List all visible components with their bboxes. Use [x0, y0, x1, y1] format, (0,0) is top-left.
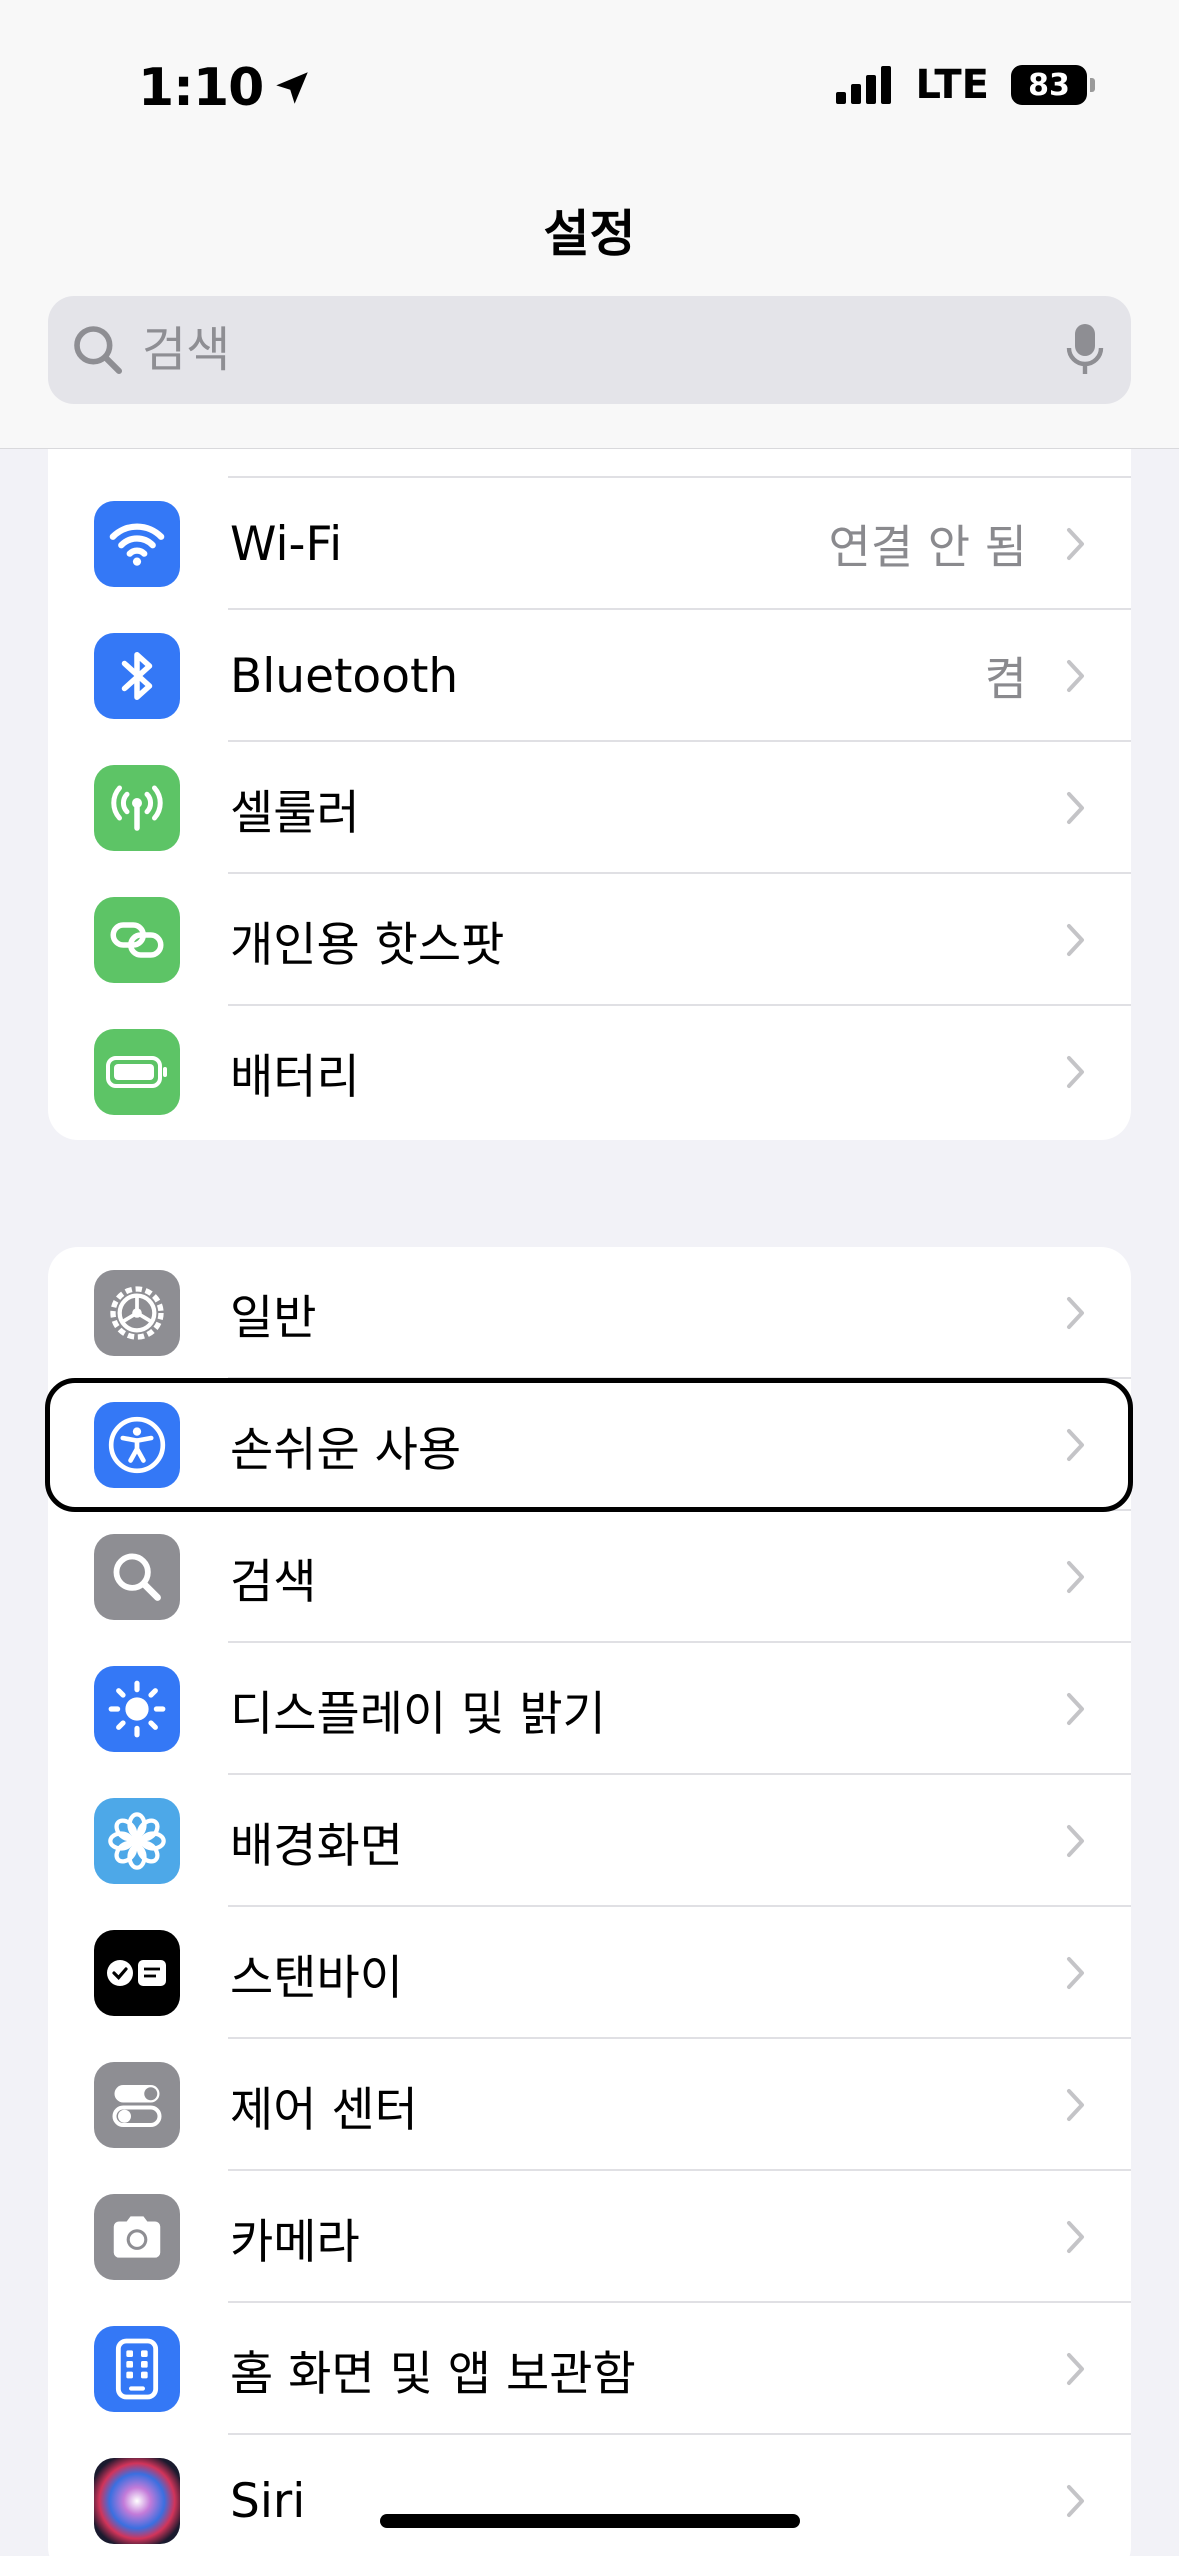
location-arrow-icon — [276, 72, 309, 104]
search-icon — [94, 1534, 180, 1620]
status-time-text: 1:10 — [138, 58, 264, 118]
list-item-cellular[interactable]: 셀룰러 — [48, 742, 1131, 874]
row-label: 홈 화면 및 앱 보관함 — [230, 2346, 636, 2402]
list-item-wifi[interactable]: Wi-Fi 연결 안 됨 — [48, 478, 1131, 610]
chevron-right-icon — [1067, 2485, 1084, 2517]
row-label: Bluetooth — [230, 648, 459, 704]
chevron-right-icon — [1067, 1693, 1084, 1725]
list-item-search[interactable]: 검색 — [48, 1511, 1131, 1643]
chevron-right-icon — [1067, 2089, 1084, 2121]
list-item-bluetooth[interactable]: Bluetooth 켬 — [48, 610, 1131, 742]
chevron-right-icon — [1067, 2353, 1084, 2385]
connectivity-group: Wi-Fi 연결 안 됨 Bluetooth 켬 셀룰러 개인용 핫스팟 배터리 — [48, 380, 1131, 1140]
chevron-right-icon — [1067, 1957, 1084, 1989]
list-item-home-screen[interactable]: 홈 화면 및 앱 보관함 — [48, 2303, 1131, 2435]
signal-bars-icon — [835, 66, 891, 104]
bluetooth-icon — [94, 633, 180, 719]
row-label: Siri — [230, 2473, 306, 2529]
microphone-icon[interactable] — [1061, 320, 1109, 380]
hotspot-chain-icon — [94, 897, 180, 983]
list-item-accessibility[interactable]: 손쉬운 사용 — [48, 1379, 1131, 1511]
navigation-header: 1:10 LTE 83 설정 — [0, 0, 1179, 449]
row-label: Wi-Fi — [230, 516, 343, 572]
list-item-hotspot[interactable]: 개인용 핫스팟 — [48, 874, 1131, 1006]
network-type: LTE — [915, 62, 989, 108]
search-bar[interactable] — [48, 296, 1131, 404]
list-item-battery[interactable]: 배터리 — [48, 1006, 1131, 1138]
list-item-wallpaper[interactable]: 배경화면 — [48, 1775, 1131, 1907]
row-label: 일반 — [230, 1290, 317, 1346]
battery-icon — [94, 1029, 180, 1115]
chevron-right-icon — [1067, 1561, 1084, 1593]
camera-icon — [94, 2194, 180, 2280]
row-label: 제어 센터 — [230, 2082, 418, 2138]
brightness-icon — [94, 1666, 180, 1752]
row-label: 손쉬운 사용 — [230, 1422, 462, 1478]
row-label: 개인용 핫스팟 — [230, 917, 505, 973]
standby-icon — [94, 1930, 180, 2016]
wifi-icon — [94, 501, 180, 587]
home-screen-icon — [94, 2326, 180, 2412]
row-label: 셀룰러 — [230, 785, 360, 841]
settings-group: 일반 손쉬운 사용 검색 디스플레이 및 밝기 배경화면 스탠바이 제어 센터 … — [48, 1247, 1131, 2556]
row-label: 디스플레이 및 밝기 — [230, 1686, 606, 1742]
chevron-right-icon — [1067, 1429, 1084, 1461]
search-icon — [74, 326, 123, 375]
row-label: 배터리 — [230, 1049, 360, 1105]
antenna-icon — [94, 765, 180, 851]
chevron-right-icon — [1067, 1297, 1084, 1329]
row-label: 검색 — [230, 1554, 317, 1610]
battery-level: 83 — [1028, 67, 1070, 103]
row-value: 연결 안 됨 — [828, 520, 1027, 574]
chevron-right-icon — [1067, 528, 1084, 560]
list-item-camera[interactable]: 카메라 — [48, 2171, 1131, 2303]
row-label: 배경화면 — [230, 1818, 403, 1874]
chevron-right-icon — [1067, 1825, 1084, 1857]
chevron-right-icon — [1067, 2221, 1084, 2253]
list-item-general[interactable]: 일반 — [48, 1247, 1131, 1379]
status-time: 1:10 — [138, 58, 313, 118]
chevron-right-icon — [1067, 792, 1084, 824]
search-input[interactable] — [142, 296, 1061, 404]
row-label: 카메라 — [230, 2214, 360, 2270]
row-value: 켬 — [984, 652, 1027, 706]
status-indicators: LTE 83 — [835, 62, 1095, 108]
toggles-icon — [94, 2062, 180, 2148]
home-indicator[interactable] — [380, 2514, 800, 2528]
chevron-right-icon — [1067, 924, 1084, 956]
flower-icon — [94, 1798, 180, 1884]
list-item-control-center[interactable]: 제어 센터 — [48, 2039, 1131, 2171]
page-title: 설정 — [543, 205, 636, 263]
siri-icon — [94, 2458, 180, 2544]
battery-indicator: 83 — [1011, 65, 1095, 105]
accessibility-icon — [94, 1402, 180, 1488]
row-label: 스탠바이 — [230, 1950, 403, 2006]
chevron-right-icon — [1067, 1056, 1084, 1088]
list-item-standby[interactable]: 스탠바이 — [48, 1907, 1131, 2039]
list-item-display[interactable]: 디스플레이 및 밝기 — [48, 1643, 1131, 1775]
chevron-right-icon — [1067, 660, 1084, 692]
list-item-siri[interactable]: Siri — [48, 2435, 1131, 2556]
gear-icon — [94, 1270, 180, 1356]
